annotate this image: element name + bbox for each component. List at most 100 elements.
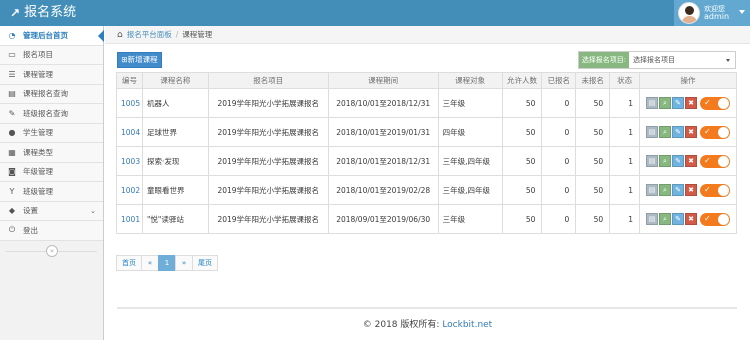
add-course-button[interactable]: ⊞新增课程 — [117, 52, 162, 68]
page-first[interactable]: 首页 — [116, 255, 142, 271]
column-header: 操作 — [639, 72, 737, 89]
course-period: 2018/10/01至2019/01/31 — [327, 117, 439, 147]
status-toggle[interactable]: ✓ — [700, 154, 730, 168]
sidebar-item-grades[interactable]: ◙ 年级管理 — [0, 162, 103, 182]
sidebar-item-logout[interactable]: ⏻ 登出 — [0, 221, 103, 241]
table-row: 1002 童眼看世界 2019学年阳光小学拓展课报名 2018/10/01至20… — [116, 175, 737, 205]
status-toggle[interactable]: ✓ — [700, 125, 730, 139]
column-header: 已报名 — [541, 72, 577, 89]
check-icon: ✓ — [704, 126, 711, 136]
column-header: 课程对象 — [437, 72, 503, 89]
check-icon: ✓ — [704, 97, 711, 107]
course-enrolled: 0 — [541, 117, 577, 147]
delete-icon[interactable]: ✖ — [685, 213, 697, 225]
course-id-link[interactable]: 1004 — [116, 117, 143, 147]
sidebar-item-label: 学生管理 — [23, 128, 53, 138]
course-target: 三年级,四年级 — [437, 175, 503, 205]
breadcrumb-home-link[interactable]: 报名平台面板 — [127, 29, 172, 40]
check-icon: ✓ — [704, 155, 711, 165]
status-toggle[interactable]: ✓ — [700, 96, 730, 110]
course-status: 1 — [609, 204, 641, 234]
course-status: 1 — [609, 117, 641, 147]
sidebar-item-label: 年级管理 — [23, 167, 53, 177]
edit-icon[interactable]: ✎ — [672, 213, 684, 225]
course-period: 2018/10/01至2018/12/31 — [327, 146, 439, 176]
course-id-link[interactable]: 1003 — [116, 146, 143, 176]
sidebar-item-classes[interactable]: Y 班级管理 — [0, 182, 103, 202]
search-icon[interactable]: ⌕ — [659, 155, 671, 167]
sidebar-item-settings[interactable]: ◆ 设置 ⌄ — [0, 201, 103, 221]
list-alt-icon: ▤ — [8, 89, 16, 99]
search-icon[interactable]: ⌕ — [659, 213, 671, 225]
sidebar-item-label: 设置 — [23, 206, 38, 216]
page-next[interactable]: » — [175, 255, 193, 271]
edit-icon[interactable]: ✎ — [672, 155, 684, 167]
view-icon[interactable]: ▤ — [646, 155, 658, 167]
course-remaining: 50 — [575, 204, 611, 234]
sidebar-item-course-enrollment[interactable]: ▤ 课程报名查询 — [0, 84, 103, 104]
app-brand[interactable]: ↗ 报名系统 — [10, 4, 76, 22]
view-icon[interactable]: ▤ — [646, 126, 658, 138]
view-icon[interactable]: ▤ — [646, 213, 658, 225]
app-title: 报名系统 — [24, 5, 77, 20]
course-project: 2019学年阳光小学拓展课报名 — [207, 175, 329, 205]
user-menu[interactable]: 欢迎您 admin — [674, 0, 750, 26]
course-id-link[interactable]: 1001 — [116, 204, 143, 234]
table-header-row: 编号 课程名称 报名项目 课程期间 课程对象 允许人数 已报名 未报名 状态 操… — [116, 72, 737, 89]
search-icon[interactable]: ⌕ — [659, 184, 671, 196]
course-id-link[interactable]: 1002 — [116, 175, 143, 205]
course-status: 1 — [609, 175, 641, 205]
delete-icon[interactable]: ✖ — [685, 97, 697, 109]
course-name: 足球世界 — [141, 117, 209, 147]
collapse-icon[interactable]: « — [46, 244, 58, 257]
search-icon[interactable]: ⌕ — [659, 126, 671, 138]
course-allowed: 50 — [501, 117, 543, 147]
course-name: 机器人 — [141, 88, 209, 118]
delete-icon[interactable]: ✖ — [685, 184, 697, 196]
row-actions: ▤ ⌕ ✎ ✖ ✓ — [639, 117, 737, 147]
row-actions: ▤ ⌕ ✎ ✖ ✓ — [639, 88, 737, 118]
course-id-link[interactable]: 1005 — [116, 88, 143, 118]
table-row: 1001 "悦"读驿站 2019学年阳光小学拓展课报名 2018/09/01至2… — [116, 204, 737, 234]
course-period: 2018/09/01至2019/06/30 — [327, 204, 439, 234]
delete-icon[interactable]: ✖ — [685, 155, 697, 167]
course-table: 编号 课程名称 报名项目 课程期间 课程对象 允许人数 已报名 未报名 状态 操… — [116, 72, 737, 234]
toggle-knob — [718, 126, 729, 138]
status-toggle[interactable]: ✓ — [700, 183, 730, 197]
edit-icon[interactable]: ✎ — [672, 184, 684, 196]
course-period: 2018/10/01至2019/02/28 — [327, 175, 439, 205]
edit-icon[interactable]: ✎ — [672, 126, 684, 138]
table-row: 1004 足球世界 2019学年阳光小学拓展课报名 2018/10/01至201… — [116, 117, 737, 147]
sidebar-item-class-enrollment[interactable]: ✎ 班级报名查询 — [0, 104, 103, 124]
footer-link[interactable]: Lockbit.net — [442, 320, 492, 330]
project-select[interactable]: 选择报名项目 — [629, 52, 735, 68]
breadcrumb-separator: / — [175, 30, 179, 39]
course-remaining: 50 — [575, 175, 611, 205]
course-allowed: 50 — [501, 88, 543, 118]
course-project: 2019学年阳光小学拓展课报名 — [207, 88, 329, 118]
course-enrolled: 0 — [541, 175, 577, 205]
sidebar-item-label: 报名项目 — [23, 50, 53, 60]
sidebar-item-students[interactable]: ● 学生管理 — [0, 123, 103, 143]
check-icon: ✓ — [704, 213, 711, 223]
course-enrolled: 0 — [541, 204, 577, 234]
logo-icon: ↗ — [10, 6, 21, 20]
page-current[interactable]: 1 — [158, 255, 176, 271]
page-last[interactable]: 尾页 — [192, 255, 218, 271]
view-icon[interactable]: ▤ — [646, 97, 658, 109]
view-icon[interactable]: ▤ — [646, 184, 658, 196]
edit-icon[interactable]: ✎ — [672, 97, 684, 109]
sidebar-item-courses[interactable]: ☰ 课程管理 — [0, 65, 103, 85]
sidebar-item-dashboard[interactable]: ◔ 管理后台首页 — [0, 26, 104, 46]
page-prev[interactable]: « — [141, 255, 159, 271]
delete-icon[interactable]: ✖ — [685, 126, 697, 138]
column-header: 状态 — [609, 72, 641, 89]
search-icon[interactable]: ⌕ — [659, 97, 671, 109]
sidebar-item-projects[interactable]: ▭ 报名项目 — [0, 45, 103, 65]
status-toggle[interactable]: ✓ — [700, 212, 730, 226]
breadcrumb: ⌂ 报名平台面板 / 课程管理 — [105, 26, 750, 44]
caret-down-icon — [726, 59, 730, 62]
toggle-knob — [718, 155, 729, 167]
course-project: 2019学年阳光小学拓展课报名 — [207, 117, 329, 147]
sidebar-item-course-types[interactable]: ▦ 课程类型 — [0, 143, 103, 163]
